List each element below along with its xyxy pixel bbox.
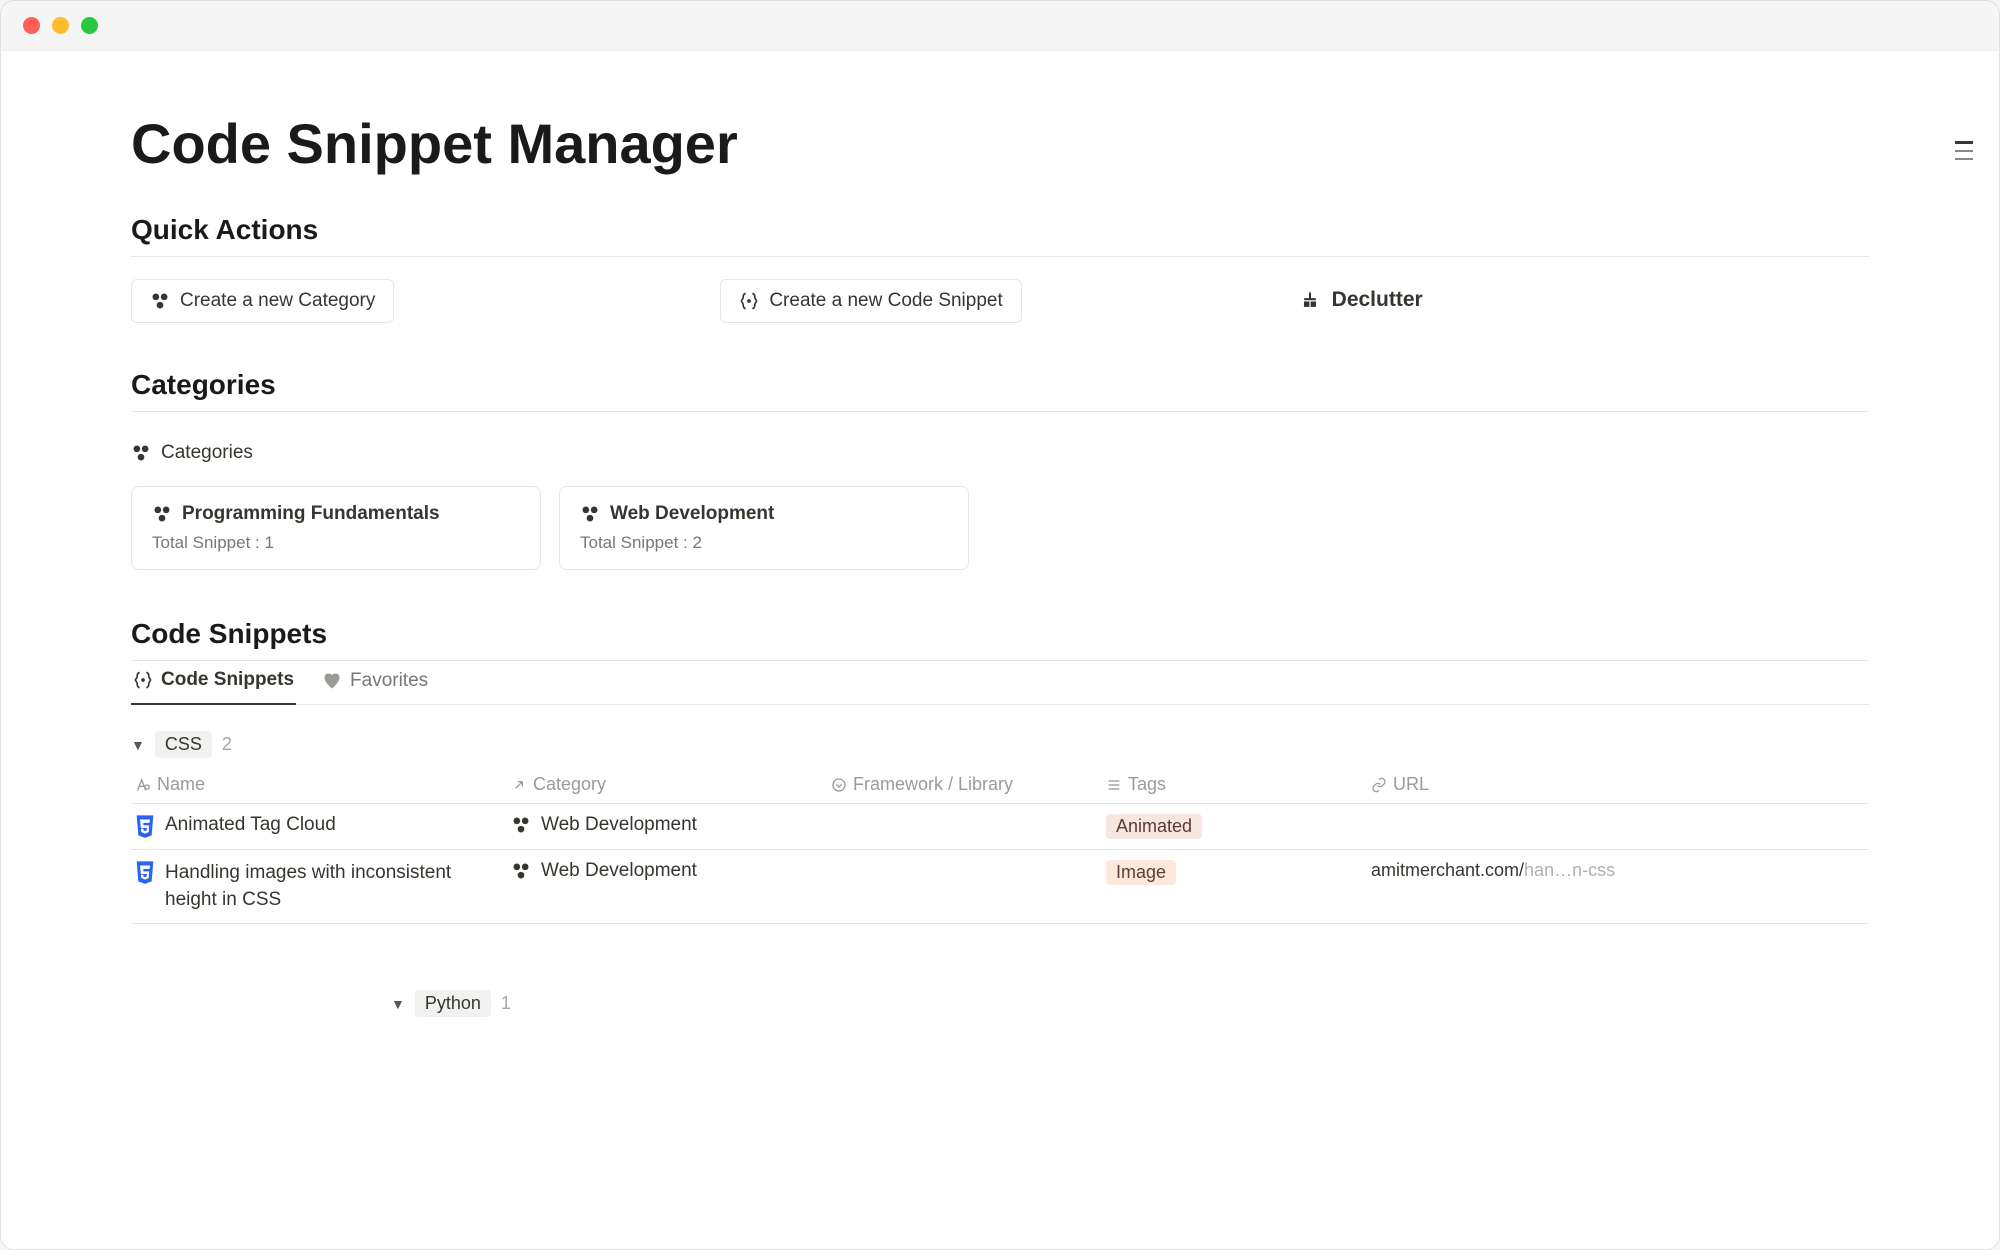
categories-tab[interactable]: Categories [131, 434, 1869, 472]
group-count-python: 1 [501, 993, 511, 1014]
heart-icon [322, 671, 342, 691]
group-header-css[interactable]: ▼ CSS 2 [131, 725, 1869, 764]
declutter-label: Declutter [1332, 288, 1423, 312]
chevron-down-icon[interactable]: ▼ [131, 737, 145, 753]
text-type-icon [135, 777, 151, 793]
page-title: Code Snippet Manager [131, 111, 1869, 176]
category-icon [150, 291, 170, 311]
app-window: Code Snippet Manager Quick Actions Creat… [0, 0, 2000, 1250]
row-category: Web Development [541, 814, 697, 836]
tab-code-snippets-label: Code Snippets [161, 669, 294, 691]
category-icon [511, 815, 531, 835]
divider [131, 411, 1869, 412]
group-chip-python: Python [415, 990, 491, 1017]
table-row[interactable]: Animated Tag Cloud Web Development Anima… [131, 803, 1869, 849]
category-icon [131, 443, 151, 463]
group-count-css: 2 [222, 734, 232, 755]
chevron-down-icon[interactable]: ▼ [391, 996, 405, 1012]
snippets-table: Name Category Framework / Library Tags U… [131, 774, 1869, 924]
select-icon [831, 777, 847, 793]
code-snippets-heading: Code Snippets [131, 618, 1869, 650]
column-category-label: Category [533, 774, 606, 795]
row-category: Web Development [541, 860, 697, 882]
quick-actions-row: Create a new Category Create a new Code … [131, 279, 1869, 323]
tab-code-snippets[interactable]: Code Snippets [131, 661, 296, 705]
tab-favorites-label: Favorites [350, 670, 428, 692]
window-close-button[interactable] [23, 17, 40, 34]
row-tag: Animated [1106, 814, 1202, 839]
row-name: Animated Tag Cloud [165, 814, 336, 836]
css3-icon [135, 861, 155, 885]
window-maximize-button[interactable] [81, 17, 98, 34]
create-category-label: Create a new Category [180, 290, 375, 312]
category-card-subtitle: Total Snippet : 1 [152, 533, 520, 553]
declutter-icon [1300, 290, 1320, 310]
snippet-tabs: Code Snippets Favorites [131, 661, 1869, 705]
window-titlebar [1, 1, 1999, 51]
row-name: Handling images with inconsistent height… [165, 860, 499, 913]
table-header: Name Category Framework / Library Tags U… [131, 774, 1869, 803]
category-icon [511, 861, 531, 881]
create-snippet-button[interactable]: Create a new Code Snippet [720, 279, 1021, 323]
column-name-label: Name [157, 774, 205, 795]
divider [131, 256, 1869, 257]
code-braces-icon [739, 291, 759, 311]
category-cards: Programming Fundamentals Total Snippet :… [131, 486, 1869, 570]
category-card[interactable]: Web Development Total Snippet : 2 [559, 486, 969, 570]
code-braces-icon [133, 670, 153, 690]
category-card-title: Programming Fundamentals [182, 503, 440, 525]
tab-favorites[interactable]: Favorites [320, 661, 430, 704]
multiselect-icon [1106, 777, 1122, 793]
category-card-subtitle: Total Snippet : 2 [580, 533, 948, 553]
column-url-label: URL [1393, 774, 1429, 795]
create-snippet-label: Create a new Code Snippet [769, 290, 1002, 312]
table-row[interactable]: Handling images with inconsistent height… [131, 849, 1869, 924]
categories-tab-label: Categories [161, 442, 253, 464]
create-category-button[interactable]: Create a new Category [131, 279, 394, 323]
relation-icon [511, 777, 527, 793]
window-minimize-button[interactable] [52, 17, 69, 34]
link-icon [1371, 777, 1387, 793]
row-tag: Image [1106, 860, 1176, 885]
page-content: Code Snippet Manager Quick Actions Creat… [1, 51, 1999, 1249]
group-header-python[interactable]: ▼ Python 1 [391, 984, 1869, 1023]
category-card-title: Web Development [610, 503, 774, 525]
traffic-lights [23, 17, 98, 34]
category-icon [152, 504, 172, 524]
column-tags-label: Tags [1128, 774, 1166, 795]
row-url[interactable]: amitmerchant.com/han…n-css [1371, 860, 1651, 881]
css3-icon [135, 815, 155, 839]
group-chip-css: CSS [155, 731, 212, 758]
category-icon [580, 504, 600, 524]
column-framework-label: Framework / Library [853, 774, 1013, 795]
declutter-link[interactable]: Declutter [1300, 288, 1423, 312]
categories-heading: Categories [131, 369, 1869, 401]
quick-actions-heading: Quick Actions [131, 214, 1869, 246]
category-card[interactable]: Programming Fundamentals Total Snippet :… [131, 486, 541, 570]
